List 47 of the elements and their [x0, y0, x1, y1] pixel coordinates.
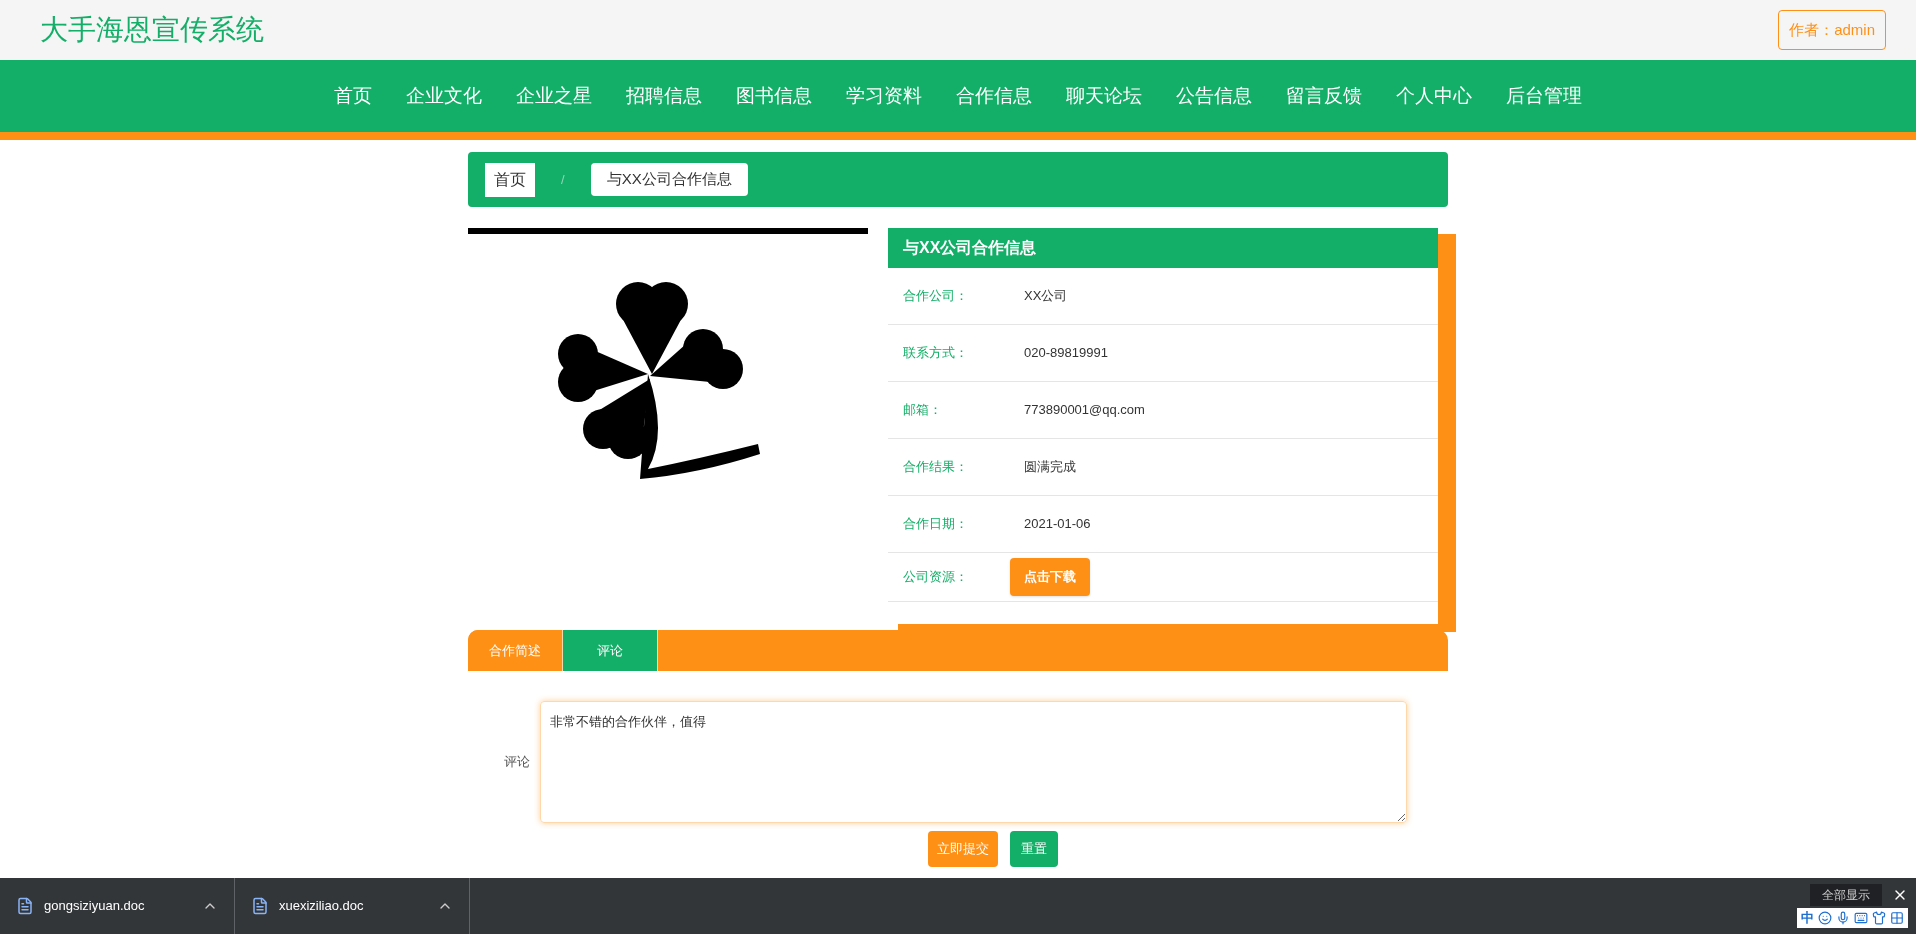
smile-icon[interactable]	[1818, 911, 1832, 925]
field-label: 邮箱：	[903, 401, 943, 420]
tab[interactable]: 合作简述	[468, 630, 563, 671]
nav-link[interactable]: 公告信息	[1174, 81, 1254, 111]
nav-link[interactable]: 后台管理	[1504, 81, 1584, 111]
keyboard-icon[interactable]	[1854, 911, 1868, 925]
field-label: 合作公司：	[903, 287, 969, 306]
download-item[interactable]: xuexiziliao.doc	[279, 896, 427, 916]
field-value: 020-89819991	[1024, 344, 1108, 363]
field-value: 圆满完成	[1024, 458, 1076, 477]
grid-icon[interactable]	[1890, 911, 1904, 925]
field-value: 773890001@qq.com	[1024, 401, 1145, 420]
comment-label: 评论	[503, 753, 531, 772]
download-item[interactable]: gongsiziyuan.doc	[44, 896, 192, 916]
nav-link[interactable]: 个人中心	[1394, 81, 1474, 111]
nav-link[interactable]: 留言反馈	[1284, 81, 1364, 111]
comment-field[interactable]: 非常不错的合作伙伴，值得	[540, 701, 1407, 823]
field-label: 合作日期：	[903, 515, 969, 534]
field-value: XX公司	[1024, 287, 1068, 306]
document-icon	[251, 897, 269, 915]
breadcrumb-link[interactable]: 首页	[485, 162, 535, 197]
submit-button[interactable]: 立即提交	[928, 831, 998, 867]
ime-indicator[interactable]: 中	[1801, 908, 1814, 928]
nav-link[interactable]: 企业之星	[514, 81, 594, 111]
shirt-icon[interactable]	[1872, 911, 1886, 925]
show-all-button[interactable]: 全部显示	[1810, 884, 1882, 907]
info-title: 与XX公司合作信息	[888, 228, 1438, 268]
site-title: 大手海恩宣传系统	[40, 13, 264, 47]
breadcrumb-current: 与XX公司合作信息	[590, 163, 748, 196]
microphone-icon[interactable]	[1836, 911, 1850, 925]
field-label: 合作结果：	[903, 458, 969, 477]
nav-link[interactable]: 企业文化	[404, 81, 484, 111]
nav-link[interactable]: 图书信息	[734, 81, 814, 111]
nav-link[interactable]: 首页	[332, 81, 374, 111]
nav-link[interactable]: 学习资料	[844, 81, 924, 111]
download-button[interactable]: 点击下载	[1010, 558, 1090, 596]
author-badge: 作者：admin	[1778, 9, 1886, 51]
nav-link[interactable]: 聊天论坛	[1064, 81, 1144, 111]
field-label: 联系方式：	[903, 344, 969, 363]
tab[interactable]: 评论	[563, 630, 658, 671]
document-icon	[16, 897, 34, 915]
reset-button[interactable]: 重置	[1010, 831, 1058, 867]
nav-link[interactable]: 合作信息	[954, 81, 1034, 111]
breadcrumb-separator: /	[560, 170, 566, 189]
field-value: 2021-01-06	[1024, 515, 1091, 534]
field-label: 公司资源：	[903, 568, 969, 587]
nav-link[interactable]: 招聘信息	[624, 81, 704, 111]
